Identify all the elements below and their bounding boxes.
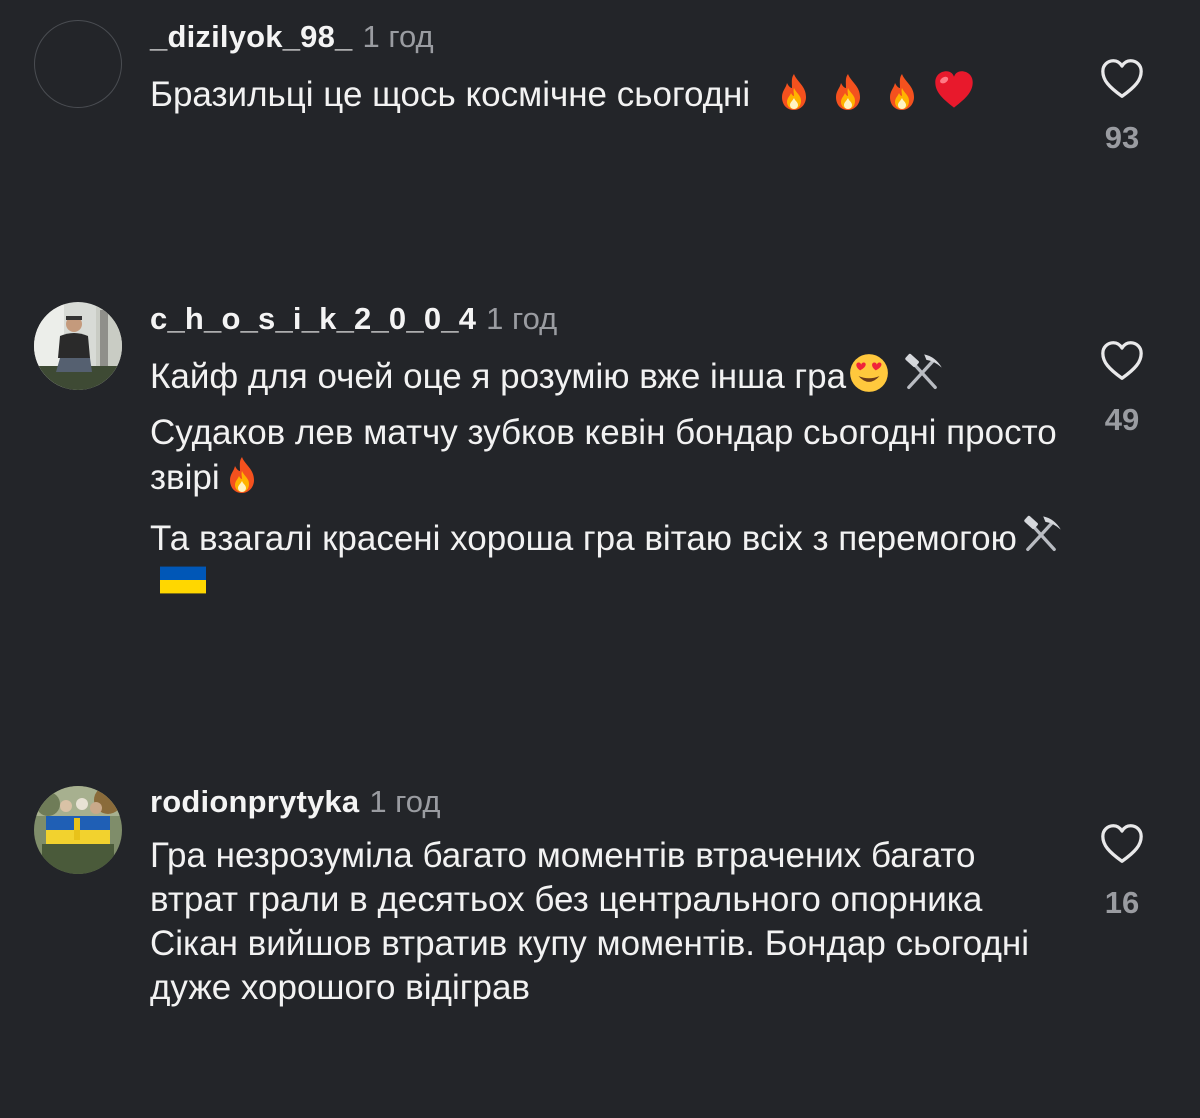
like-count: 49 [1104,402,1140,437]
comment-paragraph: Судаков лев матчу зубков кевін бондар сь… [150,413,1057,497]
comment-header: rodionprytyka 1 год [150,783,440,821]
like-count: 16 [1104,885,1140,920]
red-heart-emoji [932,68,976,112]
comment-header: c_h_o_s_i_k_2_0_0_4 1 год [150,300,557,338]
fire-emoji [828,72,868,112]
comment-text: Бразильці це щось космічне сьогодні [150,68,1070,129]
username[interactable]: _dizilyok_98_ [150,19,353,54]
hammer-and-pick-emoji [900,350,944,394]
like-button[interactable]: 93 [1096,56,1148,156]
like-button[interactable]: 16 [1096,821,1148,921]
comment-time: 1 год [369,784,441,819]
heart-eyes-emoji [848,352,890,394]
username[interactable]: c_h_o_s_i_k_2_0_0_4 [150,301,476,336]
username[interactable]: rodionprytyka [150,784,359,819]
fire-emoji [774,72,814,112]
avatar[interactable] [34,20,122,108]
comment-header: _dizilyok_98_ 1 год [150,18,434,56]
comment-time: 1 год [362,19,434,54]
avatar[interactable] [34,786,122,874]
avatar[interactable] [34,302,122,390]
heart-outline-icon[interactable] [1099,56,1145,102]
comment-paragraph: Та взагалі красені хороша гра вітаю всіх… [150,512,1070,605]
hammer-and-pick-emoji [1019,512,1063,556]
heart-outline-icon[interactable] [1099,821,1145,867]
avatar-photo [34,302,122,390]
like-button[interactable]: 49 [1096,338,1148,438]
comment-paragraph: Гра незрозуміла багато моментів втрачени… [150,836,1029,1007]
comment-text: Гра незрозуміла багато моментів втрачени… [150,834,1040,1022]
heart-outline-icon[interactable] [1099,338,1145,384]
like-count: 93 [1104,120,1140,155]
comment-time: 1 год [486,301,558,336]
avatar-photo [34,786,122,874]
comment-paragraph: Бразильці це щось космічне сьогодні [150,68,1070,117]
fire-emoji [882,72,922,112]
comment-text: Кайф для очей оце я розумію вже інша гра… [150,350,1070,617]
ukraine-flag-emoji [160,564,206,596]
fire-emoji [222,455,262,495]
comment-paragraph: Кайф для очей оце я розумію вже інша гра [150,350,1070,399]
